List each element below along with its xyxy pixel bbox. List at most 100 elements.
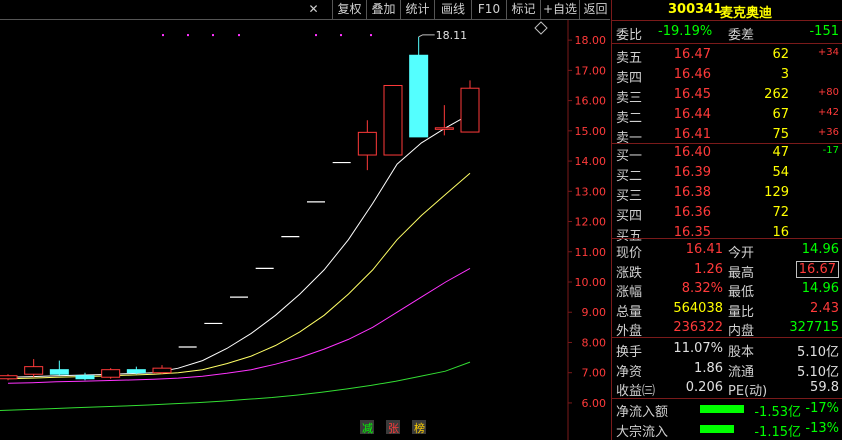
chart-toolbar: 复权 叠加 统计 画线 F10 标记 +自选 返回 ✕ xyxy=(0,0,610,20)
overlay-button[interactable]: 叠加 xyxy=(366,0,400,19)
ask-volume: 3 xyxy=(780,67,789,82)
stock-title: 300341 麦克奥迪 xyxy=(612,0,842,21)
bid-row: 买二 16.39 54 xyxy=(612,163,842,184)
ask-price: 16.44 xyxy=(673,107,711,122)
fundamental-label: 股本 xyxy=(728,345,755,360)
kline-chart[interactable]: 18.00 17.00 16.00 15.00 14.00 13.00 12.00 11.00… xyxy=(0,20,610,440)
high-pointer xyxy=(418,34,435,38)
bottom-label: 减 xyxy=(362,422,373,435)
weibi-row: 委比 -19.19% 委差 -151 xyxy=(616,24,839,43)
fundamental-value: 59.8 xyxy=(810,380,839,395)
ask-label: 卖二 xyxy=(616,111,643,126)
marker-dot xyxy=(187,34,189,37)
y-tick-label: 6.00 xyxy=(582,397,607,410)
ask-change: +80 xyxy=(817,87,839,98)
y-tick-label: 10.00 xyxy=(575,276,607,289)
stock-code: 300341 xyxy=(668,2,723,17)
fundamental-value: 1.86 xyxy=(694,360,723,376)
fuquan-button[interactable]: 复权 xyxy=(332,0,366,19)
y-tick-label: 9.00 xyxy=(582,306,607,319)
fundamental-row: 净资 1.86 流通 5.10亿 xyxy=(612,359,842,380)
stat-value: 327715 xyxy=(789,320,839,335)
bid-price: 16.39 xyxy=(673,165,711,180)
bid-row: 买三 16.38 129 xyxy=(612,183,842,204)
stat-value: 564038 xyxy=(673,300,723,316)
flow-bar xyxy=(700,405,744,413)
ask-change: +36 xyxy=(817,127,839,138)
ma-line-1 xyxy=(7,172,471,380)
y-tick-label: 16.00 xyxy=(575,95,607,108)
weibi-value: -19.19% xyxy=(658,24,713,39)
flow-label: 大宗流入 xyxy=(616,425,669,440)
ask-row: 卖三 16.45 262 +80 xyxy=(612,85,842,106)
bid-change: -17 xyxy=(822,145,839,156)
marker-dot xyxy=(162,34,164,37)
back-button[interactable]: 返回 xyxy=(579,0,611,19)
ask-row: 卖二 16.44 67 +42 xyxy=(612,105,842,126)
stat-label: 涨幅 xyxy=(616,285,643,300)
fundamental-value: 11.07% xyxy=(673,341,723,356)
stat-row: 总量 564038 量比 2.43 xyxy=(612,299,842,320)
bid-price: 16.38 xyxy=(673,185,711,200)
bottom-label: 榜 xyxy=(414,421,425,435)
candle-up xyxy=(460,87,480,133)
stat-label: 最低 xyxy=(728,285,755,300)
marker-dot xyxy=(340,34,342,37)
bid-volume: 54 xyxy=(772,165,789,180)
bid-volume: 47 xyxy=(772,145,789,160)
fundamental-row: 收益㈢ 0.206 PE(动) 59.8 xyxy=(612,378,842,399)
marker-dot xyxy=(238,34,240,37)
bid-label: 买四 xyxy=(616,209,643,224)
high-price-label: 18.11 xyxy=(436,29,468,42)
y-tick-label: 13.00 xyxy=(575,185,607,198)
stat-label: 今开 xyxy=(728,246,755,261)
ask-volume: 62 xyxy=(772,47,789,62)
candle-up xyxy=(0,375,18,380)
fundamental-row: 换手 11.07% 股本 5.10亿 xyxy=(612,339,842,360)
ask-label: 卖三 xyxy=(616,91,643,106)
quote-panel: 300341 麦克奥迪 委比 -19.19% 委差 -151 卖五 16.47 62… xyxy=(611,0,842,440)
draw-line-button[interactable]: 画线 xyxy=(434,0,471,19)
stats-button[interactable]: 统计 xyxy=(400,0,434,19)
bid-row: 买四 16.36 72 xyxy=(612,203,842,224)
fundamental-label: PE(动) xyxy=(728,384,768,399)
stat-label: 现价 xyxy=(616,246,643,261)
stat-value: 16.67 xyxy=(795,260,839,278)
fundamental-value: 5.10亿 xyxy=(797,345,839,360)
stat-row: 外盘 236322 内盘 327715 xyxy=(612,318,842,339)
weicha-value: -151 xyxy=(809,24,839,39)
mark-button[interactable]: 标记 xyxy=(506,0,540,19)
candle-up xyxy=(434,127,454,130)
bid-price: 16.36 xyxy=(673,205,711,220)
stat-label: 总量 xyxy=(616,304,643,320)
y-tick-label: 18.00 xyxy=(575,34,607,47)
f10-button[interactable]: F10 xyxy=(471,0,506,19)
stat-value: 8.32% xyxy=(681,281,723,296)
bid-label: 买一 xyxy=(616,149,643,164)
stat-label: 涨跌 xyxy=(616,265,643,281)
stat-value: 14.96 xyxy=(801,242,839,257)
candle-up xyxy=(24,366,44,375)
ask-volume: 67 xyxy=(772,107,789,122)
bid-price: 16.40 xyxy=(673,145,711,160)
add-watchlist-button[interactable]: +自选 xyxy=(540,0,579,19)
y-tick-label: 17.00 xyxy=(575,64,607,77)
fundamental-label: 净资 xyxy=(616,364,643,380)
ask-price: 16.41 xyxy=(673,127,711,142)
ma-line-3 xyxy=(0,361,471,411)
stat-value: 14.96 xyxy=(801,281,839,296)
flow-row: 大宗流入 -1.15亿 -13% xyxy=(612,419,842,440)
diamond-icon xyxy=(534,21,548,35)
ask-price: 16.47 xyxy=(673,47,711,62)
stat-row: 涨跌 1.26 最高 16.67 xyxy=(612,260,842,281)
ask-row: 卖四 16.46 3 xyxy=(612,65,842,86)
flow-value: -1.53亿 xyxy=(754,405,801,420)
stat-value: 16.41 xyxy=(685,242,723,257)
close-icon[interactable]: ✕ xyxy=(296,0,331,19)
ma-line-2 xyxy=(7,267,471,384)
bid-row: 买一 16.40 47 -17 xyxy=(612,143,842,164)
bid-volume: 129 xyxy=(764,185,789,200)
candle-down xyxy=(409,54,429,138)
marker-dot xyxy=(315,34,317,37)
fundamental-label: 换手 xyxy=(616,345,643,360)
